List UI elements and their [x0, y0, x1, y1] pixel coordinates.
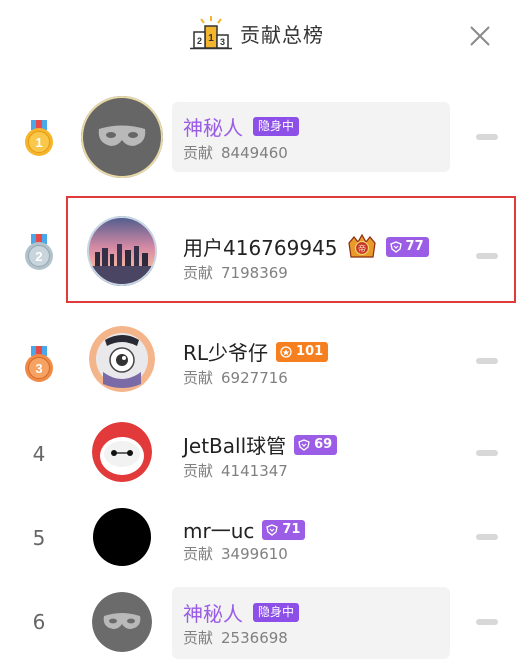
- contribution-label: 贡献: [183, 369, 214, 387]
- name-line: JetBall球管 69: [183, 430, 338, 459]
- contribution-label: 贡献: [183, 629, 214, 647]
- hidden-badge: 隐身中: [253, 117, 300, 136]
- robot-avatar: [92, 422, 152, 482]
- anime-avatar: [89, 326, 155, 392]
- rank-number: 4: [32, 442, 46, 466]
- bronze-medal-icon: 3: [25, 346, 53, 382]
- mask-icon: [92, 592, 152, 652]
- podium-icon: 1 2 3: [190, 16, 232, 50]
- avatar[interactable]: [89, 326, 155, 392]
- user-name: RL少爷仔: [183, 341, 269, 365]
- contribution-value: 2536698: [221, 629, 288, 647]
- avatar[interactable]: [92, 592, 152, 652]
- contribution-label: 贡献: [183, 545, 214, 563]
- contribution: 贡献 8449460: [183, 142, 288, 163]
- rank-number: 6: [32, 610, 46, 634]
- level-value: 69: [314, 437, 333, 452]
- contribution-value: 3499610: [221, 545, 288, 563]
- avatar[interactable]: [81, 96, 163, 178]
- level-badge: 69: [294, 434, 338, 455]
- level-badge: 101: [276, 341, 329, 362]
- contribution: 贡献 6927716: [183, 367, 288, 388]
- user-name: 神秘人: [183, 602, 243, 626]
- user-name: 神秘人: [183, 116, 243, 140]
- rank-number: 3: [35, 361, 42, 376]
- page-title: 贡献总榜: [240, 22, 324, 47]
- list-item[interactable]: 3 RL少爷仔 101 贡献 6927716: [0, 318, 523, 408]
- list-item[interactable]: 5 mr一uc 71 贡献 3499610: [0, 494, 523, 584]
- gold-medal-icon: 1: [25, 120, 53, 156]
- title-wrap: 1 2 3 贡献总榜: [190, 14, 324, 52]
- collapse-button[interactable]: [476, 450, 498, 456]
- rank-number: 1: [35, 135, 42, 150]
- contribution: 贡献 4141347: [183, 460, 288, 481]
- contribution-value: 4141347: [221, 462, 288, 480]
- list-item[interactable]: 1 神秘人 隐身中 贡献 8449460: [0, 92, 523, 182]
- selected-row-outline: [66, 196, 516, 303]
- collapse-button[interactable]: [476, 619, 498, 625]
- rank-number: 2: [35, 249, 42, 264]
- name-line: mr一uc 71: [183, 515, 306, 544]
- close-icon[interactable]: [466, 22, 494, 50]
- collapse-button[interactable]: [476, 534, 498, 540]
- avatar[interactable]: [92, 422, 152, 482]
- list-item[interactable]: 6 神秘人 隐身中 贡献 2536698: [0, 580, 523, 670]
- level-badge: 71: [262, 519, 306, 540]
- level-value: 101: [296, 344, 324, 359]
- contribution: 贡献 2536698: [183, 627, 288, 648]
- svg-text:1: 1: [208, 33, 214, 44]
- collapse-button[interactable]: [476, 134, 498, 140]
- list-item[interactable]: 4 JetBall球管 69 贡献 4141347: [0, 408, 523, 498]
- hidden-badge: 隐身中: [253, 603, 300, 622]
- star-badge-icon: [280, 345, 292, 358]
- contribution-value: 6927716: [221, 369, 288, 387]
- name-line: RL少爷仔 101: [183, 337, 329, 366]
- rank-number: 5: [32, 526, 46, 550]
- contribution-label: 贡献: [183, 144, 214, 162]
- header: 1 2 3 贡献总榜: [0, 0, 523, 70]
- user-name: JetBall球管: [183, 434, 287, 458]
- name-line: 神秘人 隐身中: [183, 598, 300, 627]
- svg-text:3: 3: [220, 37, 225, 47]
- name-line: 神秘人 隐身中: [183, 112, 300, 141]
- contribution-label: 贡献: [183, 462, 214, 480]
- user-name: mr一uc: [183, 519, 255, 543]
- contribution: 贡献 3499610: [183, 543, 288, 564]
- shield-icon: [266, 523, 279, 536]
- silver-medal-icon: 2: [25, 234, 53, 270]
- collapse-button[interactable]: [476, 358, 498, 364]
- mask-icon: [81, 96, 163, 178]
- avatar[interactable]: [93, 508, 151, 566]
- level-value: 71: [282, 522, 301, 537]
- svg-text:2: 2: [197, 36, 202, 46]
- contribution-value: 8449460: [221, 144, 288, 162]
- shield-icon: [298, 438, 310, 451]
